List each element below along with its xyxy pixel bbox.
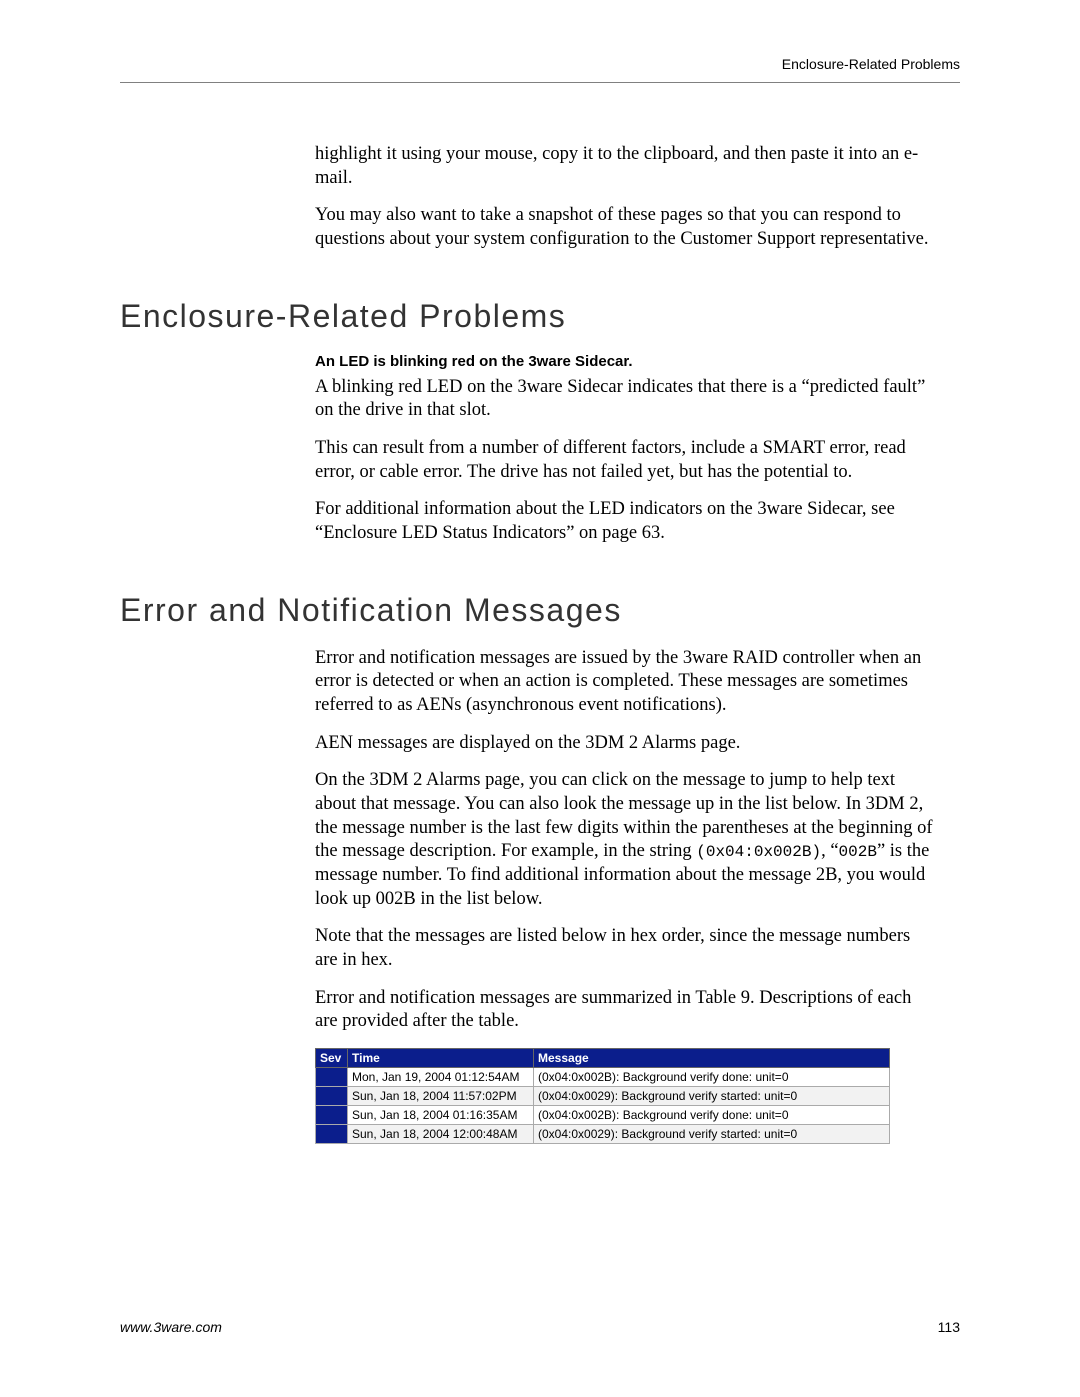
intro-paragraph-2: You may also want to take a snapshot of … xyxy=(315,204,937,251)
running-header: Enclosure-Related Problems xyxy=(120,56,960,72)
time-cell: Sun, Jan 18, 2004 11:57:02PM xyxy=(348,1087,534,1106)
section-heading-error: Error and Notification Messages xyxy=(120,592,960,629)
col-header-message: Message xyxy=(534,1049,890,1068)
error-paragraph-3: On the 3DM 2 Alarms page, you can click … xyxy=(315,769,937,911)
enclosure-paragraph-2: This can result from a number of differe… xyxy=(315,437,937,484)
sev-cell xyxy=(316,1087,348,1106)
col-header-time: Time xyxy=(348,1049,534,1068)
table-row: Mon, Jan 19, 2004 01:12:54AM (0x04:0x002… xyxy=(316,1068,890,1087)
message-cell: (0x04:0x0029): Background verify started… xyxy=(534,1125,890,1144)
table-row: Sun, Jan 18, 2004 11:57:02PM (0x04:0x002… xyxy=(316,1087,890,1106)
subheading-led: An LED is blinking red on the 3ware Side… xyxy=(315,353,937,370)
error-paragraph-4: Note that the messages are listed below … xyxy=(315,925,937,972)
message-cell: (0x04:0x002B): Background verify done: u… xyxy=(534,1068,890,1087)
table-header-row: Sev Time Message xyxy=(316,1049,890,1068)
code-example-1: (0x04:0x002B) xyxy=(696,843,821,861)
time-cell: Sun, Jan 18, 2004 12:00:48AM xyxy=(348,1125,534,1144)
table-row: Sun, Jan 18, 2004 01:16:35AM (0x04:0x002… xyxy=(316,1106,890,1125)
intro-paragraph-1: highlight it using your mouse, copy it t… xyxy=(315,143,937,190)
enclosure-paragraph-1: A blinking red LED on the 3ware Sidecar … xyxy=(315,376,937,423)
sev-cell xyxy=(316,1068,348,1087)
time-cell: Mon, Jan 19, 2004 01:12:54AM xyxy=(348,1068,534,1087)
enclosure-paragraph-3: For additional information about the LED… xyxy=(315,498,937,545)
footer-page: 113 xyxy=(938,1319,960,1335)
error-p3-mid: , “ xyxy=(821,841,838,861)
code-example-2: 002B xyxy=(839,843,877,861)
col-header-sev: Sev xyxy=(316,1049,348,1068)
message-cell: (0x04:0x002B): Background verify done: u… xyxy=(534,1106,890,1125)
sev-cell xyxy=(316,1106,348,1125)
section-heading-enclosure: Enclosure-Related Problems xyxy=(120,298,960,335)
error-paragraph-1: Error and notification messages are issu… xyxy=(315,647,937,718)
message-cell: (0x04:0x0029): Background verify started… xyxy=(534,1087,890,1106)
sev-cell xyxy=(316,1125,348,1144)
alarms-table: Sev Time Message Mon, Jan 19, 2004 01:12… xyxy=(315,1048,890,1144)
footer-site: www.3ware.com xyxy=(120,1319,222,1335)
table-row: Sun, Jan 18, 2004 12:00:48AM (0x04:0x002… xyxy=(316,1125,890,1144)
time-cell: Sun, Jan 18, 2004 01:16:35AM xyxy=(348,1106,534,1125)
header-rule xyxy=(120,82,960,83)
error-paragraph-2: AEN messages are displayed on the 3DM 2 … xyxy=(315,732,937,756)
error-paragraph-5: Error and notification messages are summ… xyxy=(315,987,937,1034)
